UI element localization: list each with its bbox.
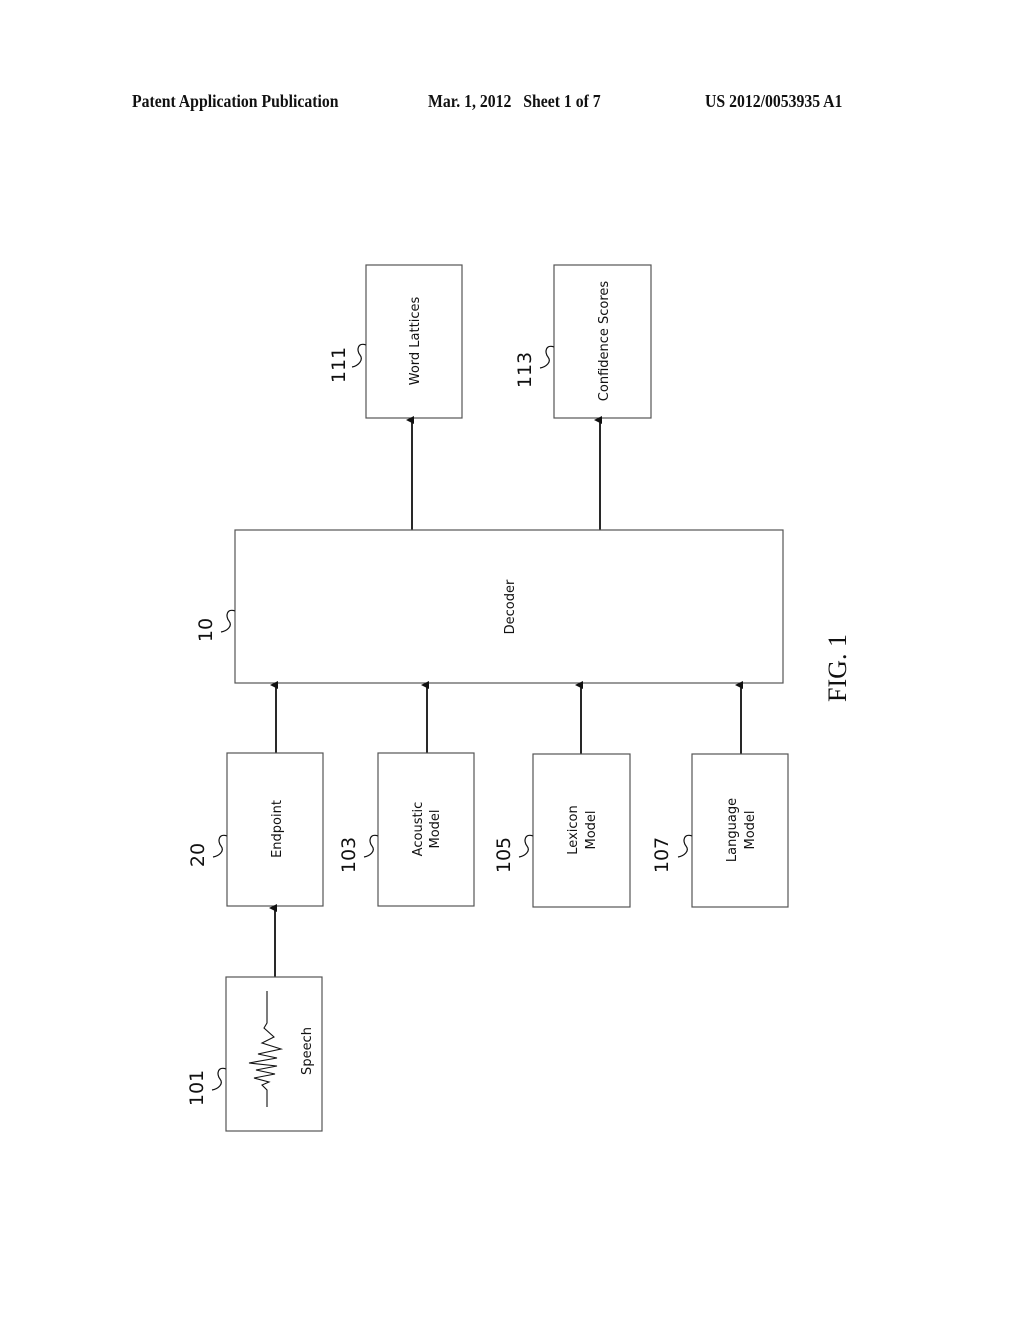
ref-10: 10 xyxy=(195,618,217,642)
leader-line-icon xyxy=(211,1067,227,1091)
acoustic-model-block: Acoustic Model 103 xyxy=(338,752,475,907)
ref-103: 103 xyxy=(338,837,360,873)
word-lattices-block: Word Lattices 111 xyxy=(328,264,463,419)
decoder-block: Decoder 10 xyxy=(195,529,784,684)
ref-111: 111 xyxy=(328,347,350,383)
language-model-block: Language Model 107 xyxy=(651,753,789,908)
confidence-scores-block: Confidence Scores 113 xyxy=(514,264,652,419)
leader-line-icon xyxy=(363,834,379,858)
ref-107: 107 xyxy=(651,837,673,873)
leader-line-icon xyxy=(539,345,555,369)
ref-101: 101 xyxy=(186,1070,208,1106)
speech-label: Speech xyxy=(300,1027,315,1075)
ref-105: 105 xyxy=(493,837,515,873)
endpoint-label: Endpoint xyxy=(270,800,285,858)
figure-diagram: Word Lattices 111 Confidence Scores 113 … xyxy=(186,264,852,1132)
confidence-scores-label: Confidence Scores xyxy=(597,281,612,402)
speech-block: Speech 101 xyxy=(186,976,323,1132)
ref-113: 113 xyxy=(514,352,536,388)
lexicon-model-label-line1: Lexicon xyxy=(566,805,581,854)
figure-caption: FIG. 1 xyxy=(823,634,852,702)
acoustic-model-label-line2: Model xyxy=(428,809,443,848)
lexicon-model-block: Lexicon Model 105 xyxy=(493,753,631,908)
lexicon-model-label-line2: Model xyxy=(584,810,599,849)
leader-line-icon xyxy=(212,834,228,858)
language-model-label-line2: Model xyxy=(743,810,758,849)
acoustic-model-label-line1: Acoustic xyxy=(411,802,426,857)
decoder-label: Decoder xyxy=(503,579,518,634)
leader-line-icon xyxy=(220,609,236,633)
ref-20: 20 xyxy=(187,843,209,867)
leader-line-icon xyxy=(677,834,693,858)
endpoint-block: Endpoint 20 xyxy=(187,752,324,907)
leader-line-icon xyxy=(351,343,367,368)
leader-line-icon xyxy=(518,834,534,858)
language-model-label-line1: Language xyxy=(725,798,740,862)
word-lattices-label: Word Lattices xyxy=(408,297,423,386)
